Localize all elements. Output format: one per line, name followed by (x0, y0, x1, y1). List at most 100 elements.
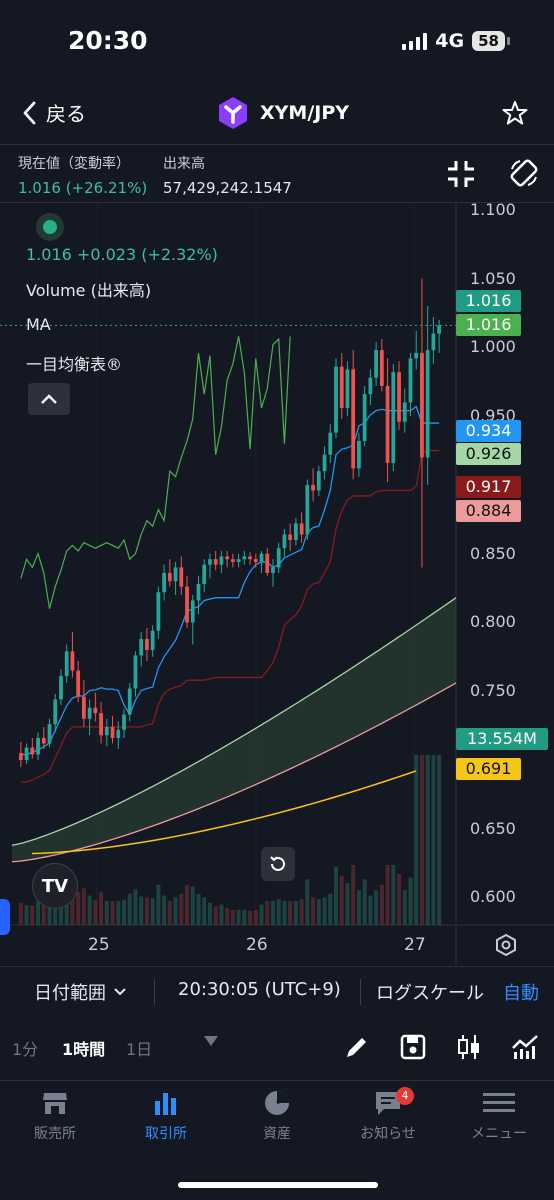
chevron-left-icon (23, 101, 36, 124)
candle-body (122, 714, 126, 730)
candle-body (282, 534, 287, 549)
candle-body (59, 676, 63, 700)
save-icon[interactable] (398, 1032, 428, 1062)
reset-chart-button[interactable] (261, 847, 295, 881)
volume-bar (139, 896, 144, 925)
indicator-volume[interactable]: Volume (出来高) (26, 277, 151, 301)
candle-body (99, 713, 103, 736)
side-panel-handle[interactable] (0, 899, 10, 935)
interval-dropdown-icon[interactable] (202, 1034, 220, 1048)
tab-label: お知らせ (360, 1126, 416, 1142)
volume-bar (385, 865, 390, 925)
volume-bar (24, 905, 29, 925)
bar-chart-icon (155, 1093, 176, 1115)
pie-chart-icon (265, 1091, 289, 1115)
xym-logo-icon (219, 97, 247, 129)
fullscreen-icon[interactable] (446, 159, 476, 189)
volume-bar (265, 901, 270, 925)
candle-body (299, 523, 304, 535)
volume-bar (110, 901, 115, 925)
volume-bar (414, 755, 419, 925)
favorite-star-icon[interactable] (502, 100, 528, 126)
volume-bar (270, 901, 275, 925)
candle-type-icon[interactable] (454, 1032, 484, 1062)
volume-bar (402, 890, 407, 925)
candle-body (425, 350, 430, 458)
candle-body (242, 556, 247, 560)
volume-bar (311, 897, 316, 925)
time-display[interactable]: 20:30:05 (UTC+9) (178, 979, 341, 1000)
rotate-screen-icon[interactable] (508, 157, 540, 189)
volume-label: 出来高 (163, 156, 205, 172)
interval-1m[interactable]: 1分 (12, 1036, 38, 1060)
volume-bar (419, 755, 424, 925)
volume-bar (213, 906, 218, 925)
current-price-value: 1.016 (+26.21%) (18, 179, 148, 197)
interval-1h[interactable]: 1時間 (62, 1036, 105, 1060)
volume-bar (196, 893, 201, 925)
battery-tip (507, 37, 510, 45)
log-scale-toggle[interactable]: ログスケール (376, 979, 484, 1005)
candle-body (357, 440, 361, 469)
price-tag: 0.917 (456, 476, 521, 498)
volume-block: 出来高 57,429,242.1547 (163, 153, 292, 197)
volume-bar (121, 900, 127, 925)
tab-assets[interactable]: 資産 (227, 1089, 327, 1143)
chart-settings-icon[interactable] (494, 933, 518, 957)
price-tag: 1.016 (456, 314, 521, 336)
reset-icon (270, 856, 285, 871)
tradingview-logo[interactable]: TV (32, 863, 78, 909)
chikou-span-line (20, 336, 291, 609)
tab-exchange[interactable]: 取引所 (116, 1089, 216, 1143)
auto-scale-toggle[interactable]: 自動 (503, 979, 539, 1005)
volume-bar (173, 897, 178, 925)
status-time: 20:30 (68, 26, 148, 55)
interval-1d[interactable]: 1日 (126, 1036, 152, 1060)
back-button[interactable]: 戻る (22, 98, 86, 127)
volume-bar (230, 910, 235, 925)
battery-icon: 58 (472, 31, 505, 51)
home-indicator (178, 1182, 378, 1188)
volume-bar (379, 884, 384, 925)
date-range-label: 日付範囲 (34, 983, 106, 1004)
candle-body (133, 655, 138, 689)
volume-bar (179, 893, 184, 925)
tab-store[interactable]: 販売所 (5, 1089, 105, 1143)
candle-body (408, 358, 413, 403)
candle-body (265, 553, 270, 573)
volume-bar (288, 901, 293, 925)
candle-body (402, 402, 407, 422)
volume-bar (408, 877, 413, 925)
candle-body (414, 352, 419, 359)
draw-pencil-icon[interactable] (342, 1032, 372, 1062)
volume-bar (328, 893, 333, 925)
tab-notifications[interactable]: 4 お知らせ (338, 1087, 438, 1143)
volume-bar (316, 899, 321, 925)
candle-body (345, 369, 350, 408)
volume-bar (162, 895, 167, 925)
status-bar: 20:30 4G 58 (0, 0, 554, 84)
x-axis-label: 27 (404, 935, 426, 955)
date-range-button[interactable]: 日付範囲 (34, 979, 126, 1005)
indicators-icon[interactable] (510, 1032, 540, 1062)
tab-menu[interactable]: メニュー (449, 1089, 549, 1143)
collapse-indicators-button[interactable] (28, 383, 70, 415)
price-tag: 13.554M (456, 728, 548, 750)
candle-body (87, 707, 92, 719)
volume-bar (30, 905, 35, 925)
indicator-ma[interactable]: MA (26, 315, 51, 334)
candle-body (167, 572, 172, 582)
candle-body (391, 372, 396, 463)
candle-body (271, 567, 275, 573)
candle-body (437, 325, 442, 334)
chevron-up-icon (41, 394, 57, 404)
indicator-ichimoku[interactable]: 一目均衡表® (26, 351, 122, 375)
chart-area[interactable]: 1.016 +0.023 (+2.32%) Volume (出来高) MA 一目… (0, 200, 554, 965)
candle-body (145, 638, 149, 650)
volume-bar (156, 884, 161, 925)
y-axis-label: 1.050 (470, 268, 516, 288)
tab-label: 取引所 (145, 1126, 187, 1142)
candle-body (379, 350, 384, 386)
current-price-label: 現在値（変動率） (18, 156, 130, 172)
current-price-block: 現在値（変動率） 1.016 (+26.21%) (18, 153, 147, 197)
